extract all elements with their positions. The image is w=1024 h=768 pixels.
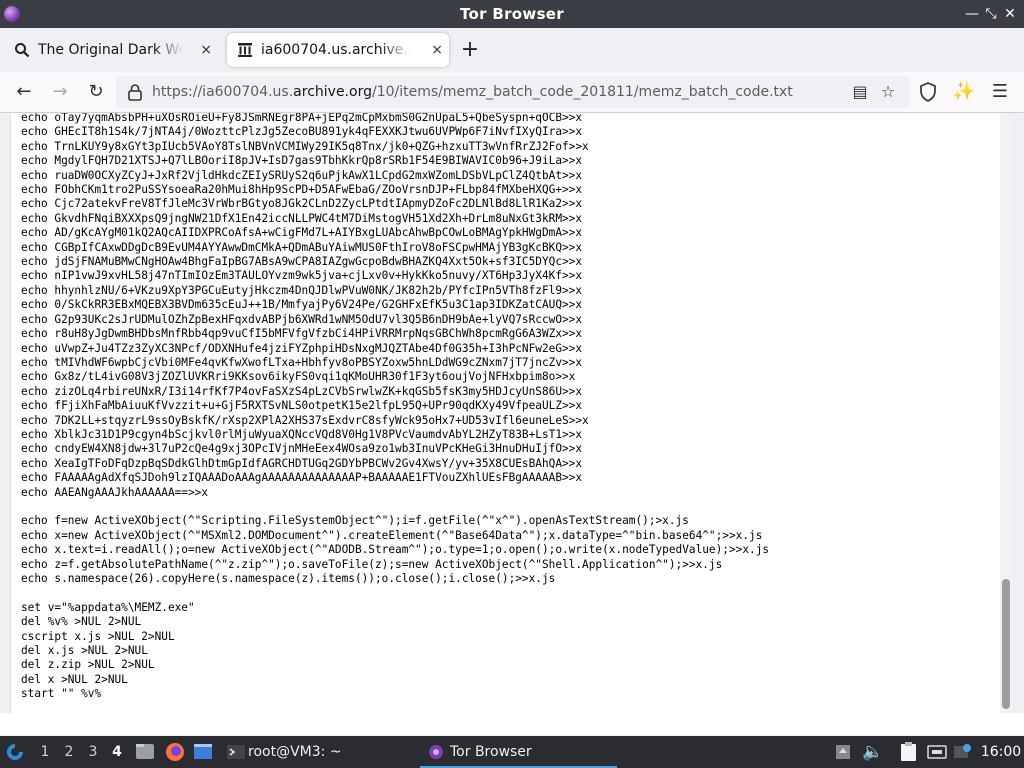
- tab-dark-web-search[interactable]: The Original Dark Web Search ×: [4, 33, 218, 67]
- reload-icon[interactable]: ↻: [82, 78, 110, 106]
- task-label: root@VM3: ~: [248, 744, 342, 760]
- terminal-icon: [227, 745, 245, 759]
- task-terminal[interactable]: root@VM3: ~: [222, 736, 412, 768]
- workspace-4[interactable]: 4: [106, 736, 128, 768]
- extensions-icon[interactable]: ✨: [950, 78, 978, 106]
- tab-close-icon[interactable]: ×: [200, 33, 212, 67]
- workspace-1[interactable]: 1: [34, 736, 56, 768]
- workspace-2[interactable]: 2: [58, 736, 80, 768]
- tor-task-icon: [429, 745, 443, 759]
- address-bar[interactable]: https://ia600704.us.archive.org/10/items…: [116, 76, 909, 108]
- close-window-icon[interactable]: ✕: [1000, 0, 1020, 28]
- desktop: Tor Browser — ⤡ ✕ The Original Dark Web …: [0, 0, 1024, 768]
- back-icon[interactable]: ←: [10, 78, 38, 106]
- taskbar: 1 2 3 4 root@VM3: ~ Tor Browser 🔈 16:00: [0, 736, 1024, 768]
- tab-close-icon[interactable]: ×: [431, 33, 443, 67]
- navigation-toolbar: ← → ↻ https://ia600704.us.archive.org/10…: [0, 72, 1024, 113]
- vertical-scrollbar[interactable]: [1000, 113, 1012, 713]
- files-icon[interactable]: [134, 736, 156, 768]
- tab-label: The Original Dark Web Search: [38, 42, 183, 58]
- bookmark-star-icon[interactable]: ☆: [878, 82, 898, 102]
- forward-icon[interactable]: →: [46, 78, 74, 106]
- volume-icon[interactable]: 🔈: [862, 736, 884, 768]
- url-text[interactable]: https://ia600704.us.archive.org/10/items…: [152, 76, 793, 108]
- tab-archive-memz[interactable]: ia600704.us.archive.org/10/items/memz_ba…: [227, 33, 449, 67]
- network-icon[interactable]: [926, 736, 948, 768]
- updates-icon[interactable]: [834, 736, 856, 768]
- network-manager-icon[interactable]: [952, 736, 974, 768]
- search-favicon: [15, 43, 30, 58]
- page-content: echo oTay7yqmAbsbPH+uXOsROieU+Fy8JSmRNEg…: [10, 113, 1001, 713]
- restore-icon[interactable]: ⤡: [981, 0, 1001, 28]
- window-title: Tor Browser: [460, 5, 564, 23]
- status-area: [0, 713, 1024, 735]
- window-icon[interactable]: [192, 736, 214, 768]
- task-tor-browser[interactable]: Tor Browser: [420, 736, 617, 768]
- task-label: Tor Browser: [450, 744, 532, 760]
- tab-strip: The Original Dark Web Search × ia600704.…: [0, 28, 1024, 72]
- window-titlebar: Tor Browser — ⤡ ✕: [0, 0, 1024, 28]
- archive-favicon: [238, 43, 252, 57]
- scrollbar-thumb[interactable]: [1002, 579, 1010, 709]
- shield-icon[interactable]: [914, 78, 942, 106]
- clipboard-icon[interactable]: [898, 736, 920, 768]
- new-tab-button[interactable]: +: [458, 33, 482, 67]
- reader-view-icon[interactable]: ▤: [850, 82, 870, 102]
- tab-label: ia600704.us.archive.org/10/items/memz_ba…: [261, 42, 411, 58]
- minimize-icon[interactable]: —: [962, 0, 982, 28]
- lock-icon[interactable]: [126, 83, 144, 101]
- workspace-3[interactable]: 3: [82, 736, 104, 768]
- menu-icon[interactable]: ☰: [986, 78, 1014, 106]
- firefox-icon[interactable]: [164, 736, 186, 768]
- batch-code-text: echo oTay7yqmAbsbPH+uXOsROieU+Fy8JSmRNEg…: [21, 113, 770, 701]
- start-menu-icon[interactable]: [4, 736, 26, 768]
- clock[interactable]: 16:00: [980, 736, 1022, 768]
